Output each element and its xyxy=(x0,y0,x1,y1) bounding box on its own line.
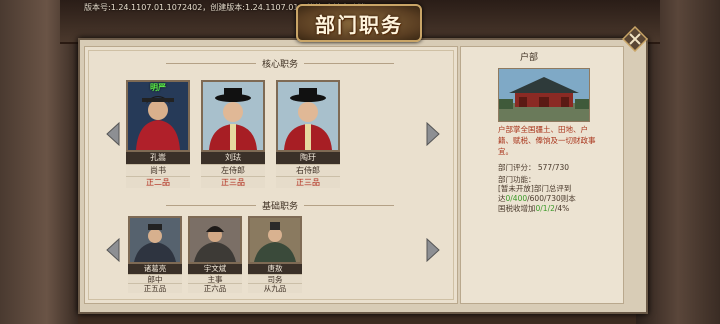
function-line: 达0/400/600/730则本 xyxy=(498,194,576,203)
official-portrait xyxy=(201,80,265,152)
department-function-text: [暂未开放]部门总评到 达0/400/600/730则本 国税收增加0/1/2/… xyxy=(498,184,598,214)
divider xyxy=(166,63,256,64)
official-card[interactable]: 诸葛亮 郎中 正五品 xyxy=(128,216,182,293)
official-card[interactable]: 刘珐 左侍郎 正三品 xyxy=(201,80,265,188)
official-rank: 正五品 xyxy=(128,283,182,293)
official-card[interactable]: 宇文斌 主事 正六品 xyxy=(188,216,242,293)
official-portrait xyxy=(128,216,182,264)
official-name: 宇文斌 xyxy=(188,264,242,274)
department-description: 户部掌全国疆土、田地、户籍、赋税、俸饷及一切财政事宜。 xyxy=(498,125,596,156)
official-post: 左侍郎 xyxy=(201,164,265,176)
page-title: 部门职务 xyxy=(315,12,403,37)
department-building-image xyxy=(498,68,590,122)
close-button[interactable] xyxy=(621,25,649,53)
core-section-label: 核心职务 xyxy=(262,60,299,70)
core-section-header: 核心职务 xyxy=(166,57,395,70)
score-value: 577/730 xyxy=(537,163,570,172)
official-rank: 正三品 xyxy=(201,176,265,188)
official-card[interactable]: 明严 孔嵩 尚书 正二品 xyxy=(126,80,190,188)
divider xyxy=(304,63,395,64)
score-label: 部门评分： xyxy=(498,163,536,172)
official-portrait xyxy=(248,216,302,264)
official-portrait xyxy=(276,80,340,152)
official-rank: 正三品 xyxy=(276,176,340,188)
divider xyxy=(166,205,256,206)
core-prev-arrow[interactable] xyxy=(106,122,120,146)
base-next-arrow[interactable] xyxy=(426,238,440,262)
official-post: 右侍郎 xyxy=(276,164,340,176)
official-name: 诸葛亮 xyxy=(128,264,182,274)
official-card[interactable]: 陶玗 右侍郎 正三品 xyxy=(276,80,340,188)
official-rank: 正二品 xyxy=(126,176,190,188)
official-portrait xyxy=(188,216,242,264)
left-pillar-bg xyxy=(0,0,78,324)
base-section-header: 基础职务 xyxy=(166,199,395,212)
core-next-arrow[interactable] xyxy=(426,122,440,146)
base-prev-arrow[interactable] xyxy=(106,238,120,262)
official-card[interactable]: 唐敖 司务 从九品 xyxy=(248,216,302,293)
base-section-label: 基础职务 xyxy=(262,202,299,212)
official-name: 刘珐 xyxy=(201,152,265,164)
official-name: 孔嵩 xyxy=(126,152,190,164)
department-score: 部门评分： 577/730 xyxy=(498,162,569,173)
title-plaque: 部门职务 xyxy=(296,4,422,42)
divider xyxy=(304,205,395,206)
department-name: 户部 xyxy=(520,53,539,63)
close-icon xyxy=(621,25,649,53)
official-tag: 明严 xyxy=(150,83,166,92)
official-name: 唐敖 xyxy=(248,264,302,274)
official-post: 尚书 xyxy=(126,164,190,176)
official-rank: 正六品 xyxy=(188,283,242,293)
right-pillar-bg xyxy=(636,0,720,324)
function-line: 国税收增加0/1/2/4% xyxy=(498,204,570,213)
official-name: 陶玗 xyxy=(276,152,340,164)
function-line: [暂未开放]部门总评到 xyxy=(498,184,572,193)
official-rank: 从九品 xyxy=(248,283,302,293)
